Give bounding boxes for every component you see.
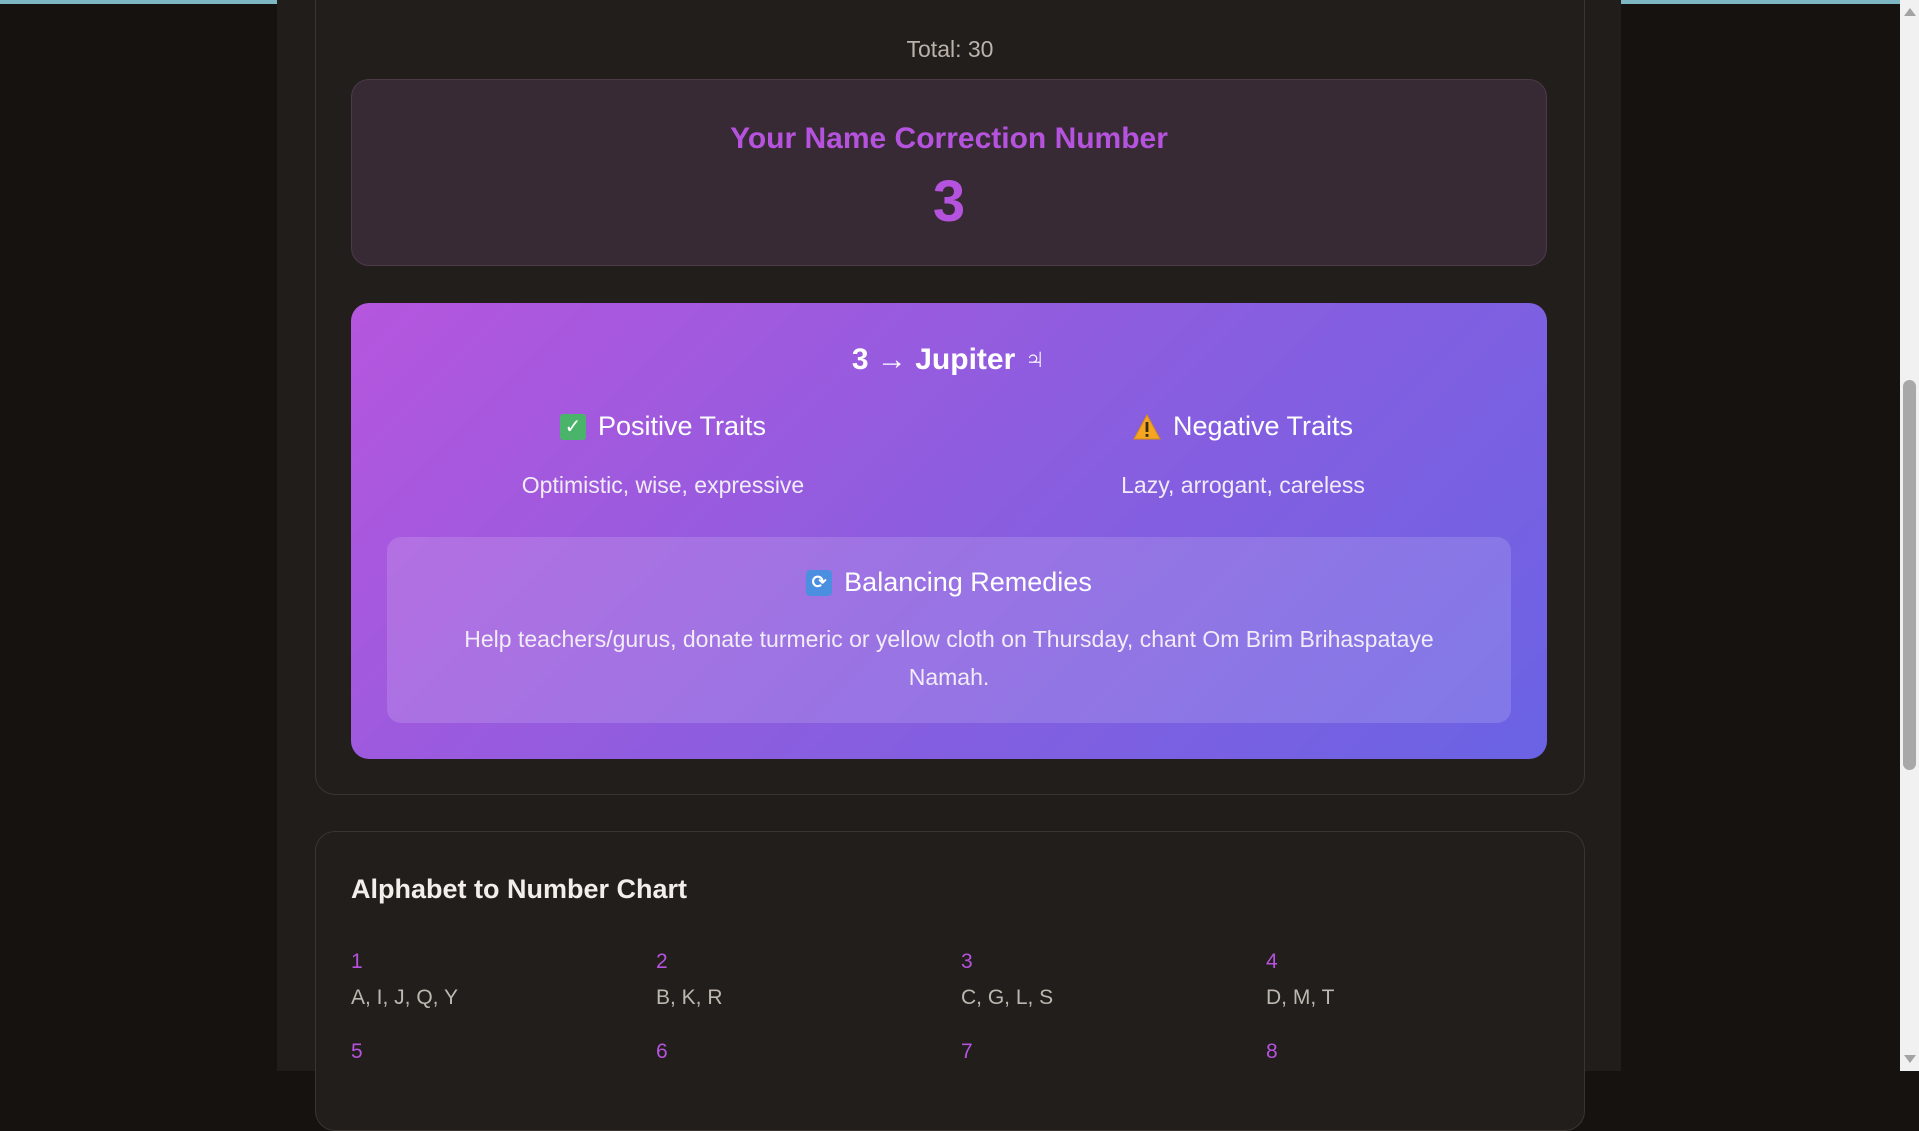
- chart-cell: 1 A, I, J, Q, Y: [351, 950, 656, 1010]
- result-number: 3: [932, 169, 966, 234]
- scroll-down-arrow-icon[interactable]: [1904, 1055, 1916, 1063]
- chart-cell: 2 B, K, R: [656, 950, 961, 1010]
- scroll-up-arrow-icon[interactable]: [1904, 8, 1916, 16]
- warning-icon: [1133, 413, 1161, 439]
- remedies-text: Help teachers/gurus, donate turmeric or …: [464, 626, 1434, 690]
- page-content: Total: 30 Your Name Correction Number 3 …: [277, 0, 1621, 1131]
- chart-cell: 4 D, M, T: [1266, 950, 1571, 1010]
- result-heading: Your Name Correction Number: [730, 122, 1168, 155]
- balancing-remedies-box: ⟳ Balancing Remedies Help teachers/gurus…: [387, 537, 1511, 723]
- chart-cell-letters: C, G, L, S: [961, 986, 1054, 1009]
- alphabet-chart-card: Alphabet to Number Chart 1 A, I, J, Q, Y…: [315, 831, 1585, 1131]
- chart-cell-number: 2: [656, 950, 668, 973]
- total-label: Total: 30: [906, 36, 994, 62]
- vertical-scrollbar[interactable]: [1900, 0, 1919, 1071]
- chart-cell-number: 4: [1266, 950, 1278, 973]
- remedies-heading: Balancing Remedies: [844, 567, 1092, 597]
- chart-cell-number: 8: [1266, 1040, 1278, 1063]
- chart-cell-letters: D, M, T: [1266, 986, 1335, 1009]
- positive-traits-heading: Positive Traits: [597, 411, 767, 441]
- chart-cell-letters: B, K, R: [656, 986, 723, 1009]
- chart-cell-letters: A, I, J, Q, Y: [351, 986, 458, 1009]
- chart-cell: 3 C, G, L, S: [961, 950, 1266, 1010]
- chart-cell-number: 5: [351, 1040, 363, 1063]
- chart-cell-number: 7: [961, 1040, 973, 1063]
- chart-cell-number: 6: [656, 1040, 668, 1063]
- chart-cell-number: 3: [961, 950, 973, 973]
- negative-traits-text: Lazy, arrogant, careless: [1121, 472, 1365, 498]
- planet-title: 3 → Jupiter ♃: [851, 343, 1047, 376]
- chart-grid: 1 A, I, J, Q, Y 2 B, K, R 3 C, G, L, S 4…: [351, 950, 1571, 1076]
- positive-traits: ✓ Positive Traits Optimistic, wise, expr…: [383, 411, 943, 499]
- chart-title: Alphabet to Number Chart: [351, 874, 688, 904]
- positive-traits-text: Optimistic, wise, expressive: [521, 472, 805, 498]
- refresh-icon: ⟳: [806, 569, 833, 596]
- check-mark-icon: ✓: [559, 413, 586, 440]
- scrollbar-thumb[interactable]: [1903, 380, 1916, 770]
- planet-card: 3 → Jupiter ♃ ✓ Positive Traits Optimist…: [351, 303, 1547, 759]
- negative-traits: Negative Traits Lazy, arrogant, careless: [963, 411, 1523, 499]
- chart-cell-number: 1: [351, 950, 363, 973]
- name-correction-number-box: Your Name Correction Number 3: [351, 79, 1547, 266]
- negative-traits-heading: Negative Traits: [1172, 411, 1354, 441]
- calculation-card: Total: 30 Your Name Correction Number 3 …: [315, 0, 1585, 795]
